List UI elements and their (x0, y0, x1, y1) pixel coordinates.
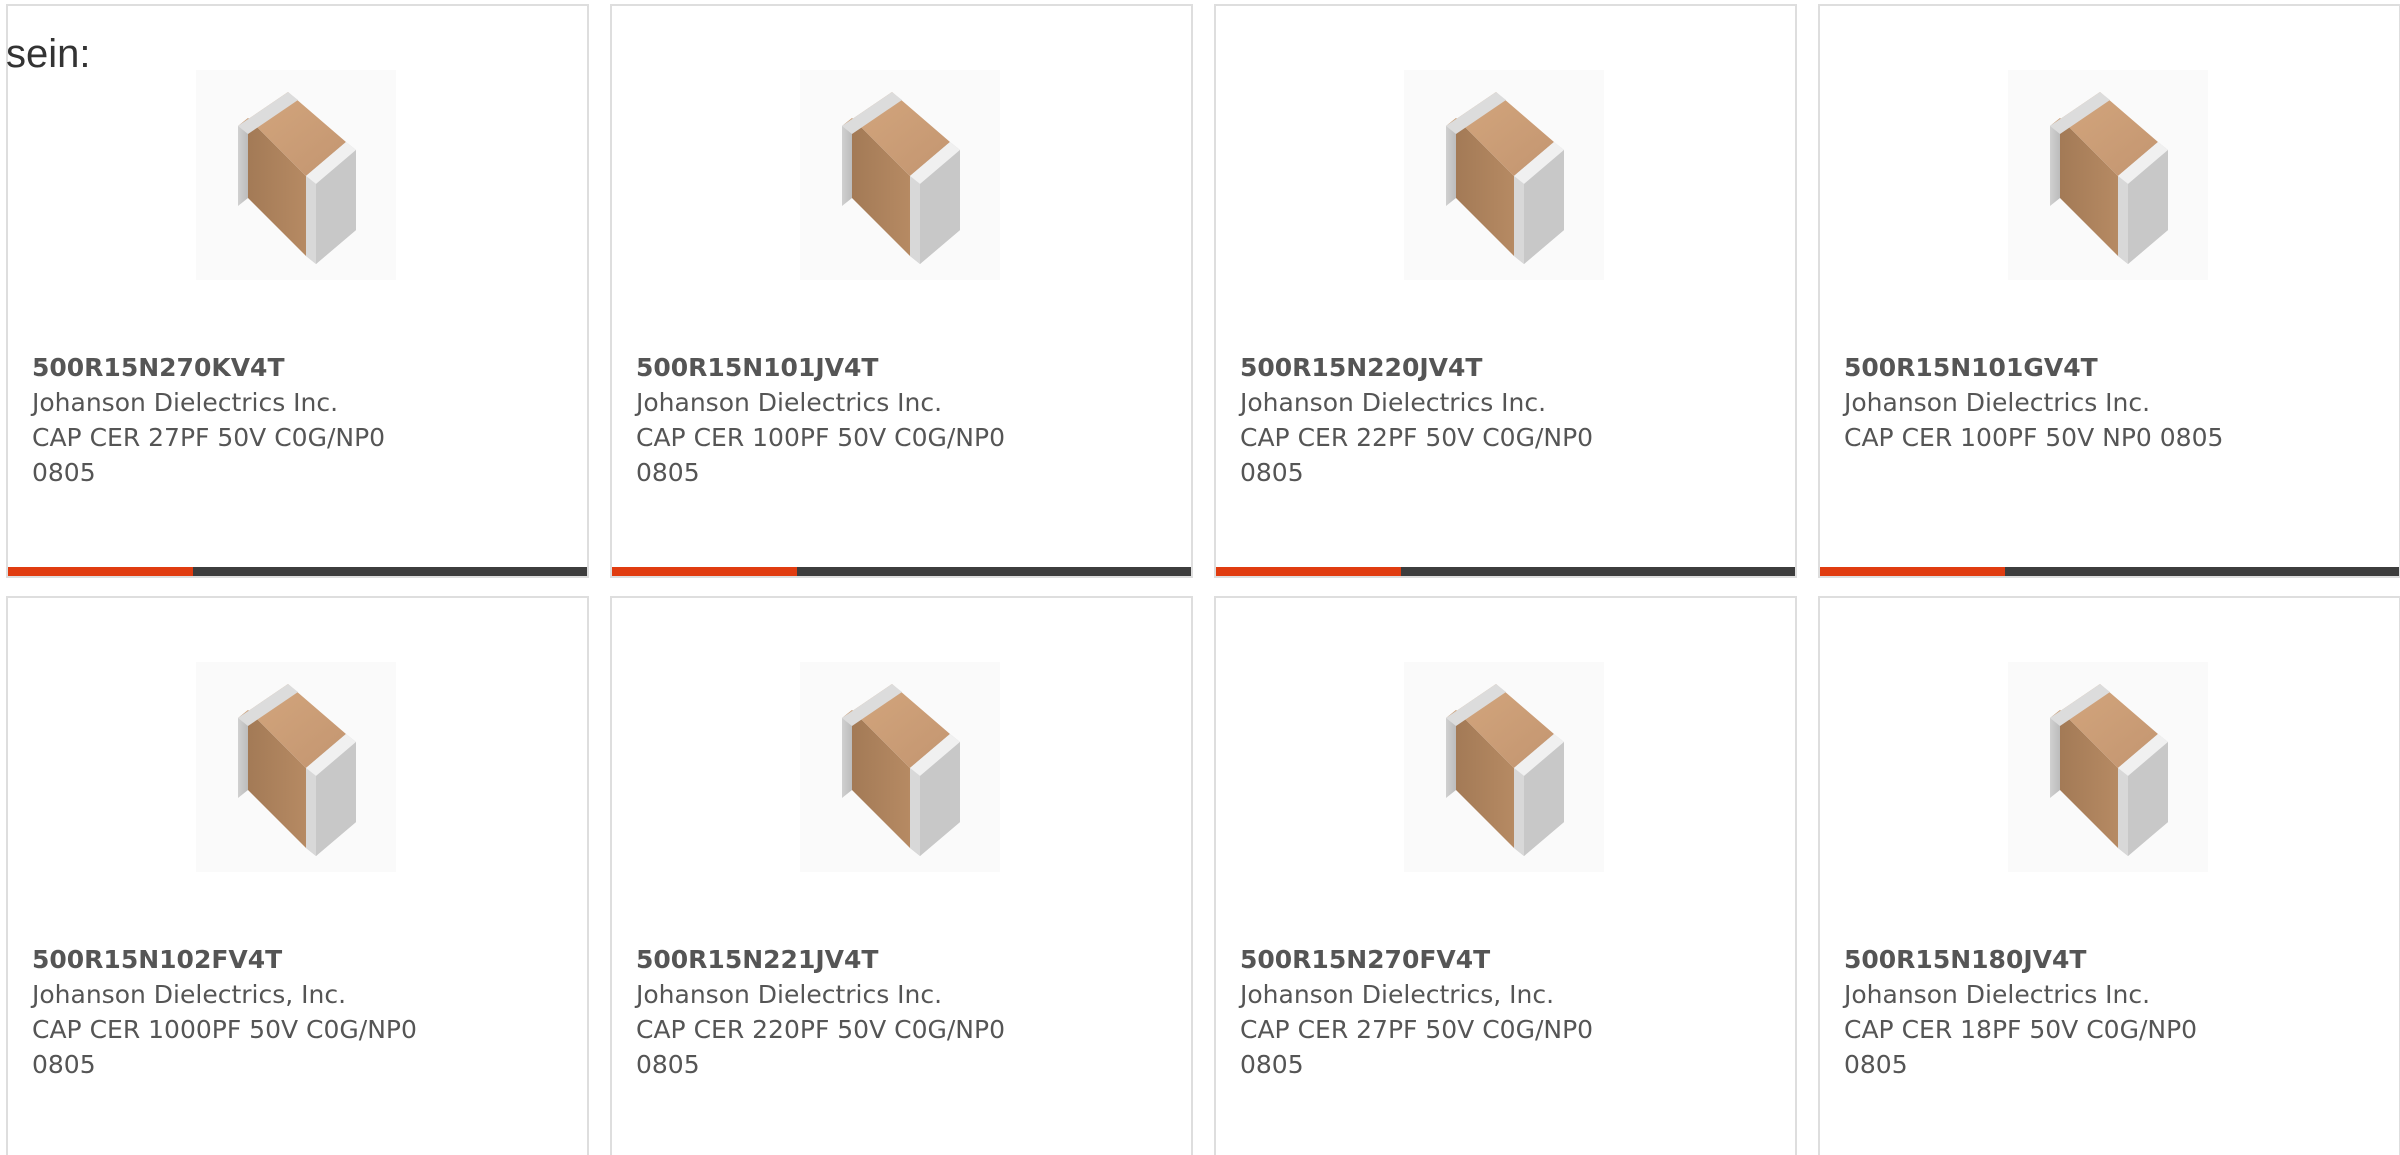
product-image[interactable] (800, 70, 1000, 280)
product-info: 500R15N220JV4T Johanson Dielectrics Inc.… (1240, 350, 1760, 490)
manufacturer: Johanson Dielectrics, Inc. (32, 980, 347, 1009)
capacitor-chip-icon (842, 92, 960, 264)
intro-text: sein: (6, 32, 91, 76)
product-description: CAP CER 100PF 50V C0G/NP0 0805 (636, 423, 1005, 487)
product-card[interactable]: 500R15N180JV4T Johanson Dielectrics Inc.… (1818, 596, 2400, 1155)
part-number-link[interactable]: 500R15N270KV4T (32, 350, 552, 385)
product-info: 500R15N270KV4T Johanson Dielectrics Inc.… (32, 350, 552, 490)
part-number-link[interactable]: 500R15N180JV4T (1844, 942, 2364, 977)
progress-bar-fill (1820, 567, 2006, 576)
product-image[interactable] (2008, 662, 2208, 872)
product-info: 500R15N180JV4T Johanson Dielectrics Inc.… (1844, 942, 2364, 1082)
product-card[interactable]: 500R15N102FV4T Johanson Dielectrics, Inc… (6, 596, 589, 1155)
progress-bar-fill (1216, 567, 1402, 576)
manufacturer: Johanson Dielectrics Inc. (1844, 388, 2151, 417)
product-image[interactable] (196, 662, 396, 872)
capacitor-chip-icon (1446, 92, 1564, 264)
product-info: 500R15N102FV4T Johanson Dielectrics, Inc… (32, 942, 552, 1082)
product-info: 500R15N221JV4T Johanson Dielectrics Inc.… (636, 942, 1156, 1082)
product-image[interactable] (196, 70, 396, 280)
progress-bar-fill (8, 567, 194, 576)
product-card[interactable]: 500R15N101JV4T Johanson Dielectrics Inc.… (610, 4, 1193, 578)
product-card[interactable]: 500R15N220JV4T Johanson Dielectrics Inc.… (1214, 4, 1797, 578)
manufacturer: Johanson Dielectrics Inc. (1844, 980, 2151, 1009)
product-description: CAP CER 27PF 50V C0G/NP0 0805 (1240, 1015, 1594, 1079)
part-number-link[interactable]: 500R15N102FV4T (32, 942, 552, 977)
manufacturer: Johanson Dielectrics Inc. (1240, 388, 1547, 417)
manufacturer: Johanson Dielectrics Inc. (636, 980, 943, 1009)
capacitor-chip-icon (2050, 92, 2168, 264)
part-number-link[interactable]: 500R15N101GV4T (1844, 350, 2364, 385)
progress-bar-track (1216, 567, 1795, 576)
product-description: CAP CER 22PF 50V C0G/NP0 0805 (1240, 423, 1594, 487)
manufacturer: Johanson Dielectrics Inc. (32, 388, 339, 417)
product-image[interactable] (2008, 70, 2208, 280)
product-description: CAP CER 27PF 50V C0G/NP0 0805 (32, 423, 386, 487)
product-image[interactable] (800, 662, 1000, 872)
part-number-link[interactable]: 500R15N270FV4T (1240, 942, 1760, 977)
progress-bar-track (612, 567, 1191, 576)
product-card[interactable]: 500R15N270KV4T Johanson Dielectrics Inc.… (6, 4, 589, 578)
manufacturer: Johanson Dielectrics Inc. (636, 388, 943, 417)
capacitor-chip-icon (2050, 684, 2168, 856)
product-info: 500R15N101GV4T Johanson Dielectrics Inc.… (1844, 350, 2364, 455)
product-description: CAP CER 18PF 50V C0G/NP0 0805 (1844, 1015, 2198, 1079)
progress-bar-track (8, 567, 587, 576)
capacitor-chip-icon (842, 684, 960, 856)
progress-bar-fill (612, 567, 798, 576)
progress-bar-track (1820, 567, 2399, 576)
product-grid: 500R15N270KV4T Johanson Dielectrics Inc.… (6, 4, 2400, 1155)
part-number-link[interactable]: 500R15N101JV4T (636, 350, 1156, 385)
capacitor-chip-icon (238, 92, 356, 264)
product-description: CAP CER 1000PF 50V C0G/NP0 0805 (32, 1015, 417, 1079)
product-image[interactable] (1404, 70, 1604, 280)
product-card[interactable]: 500R15N101GV4T Johanson Dielectrics Inc.… (1818, 4, 2400, 578)
product-info: 500R15N101JV4T Johanson Dielectrics Inc.… (636, 350, 1156, 490)
part-number-link[interactable]: 500R15N221JV4T (636, 942, 1156, 977)
manufacturer: Johanson Dielectrics, Inc. (1240, 980, 1555, 1009)
part-number-link[interactable]: 500R15N220JV4T (1240, 350, 1760, 385)
product-description: CAP CER 100PF 50V NP0 0805 (1844, 423, 2224, 452)
product-card[interactable]: 500R15N221JV4T Johanson Dielectrics Inc.… (610, 596, 1193, 1155)
product-info: 500R15N270FV4T Johanson Dielectrics, Inc… (1240, 942, 1760, 1082)
product-description: CAP CER 220PF 50V C0G/NP0 0805 (636, 1015, 1005, 1079)
capacitor-chip-icon (238, 684, 356, 856)
page: sein: 500R15N270KV4T Johanson Dielectric… (0, 0, 2400, 1155)
product-image[interactable] (1404, 662, 1604, 872)
product-card[interactable]: 500R15N270FV4T Johanson Dielectrics, Inc… (1214, 596, 1797, 1155)
capacitor-chip-icon (1446, 684, 1564, 856)
